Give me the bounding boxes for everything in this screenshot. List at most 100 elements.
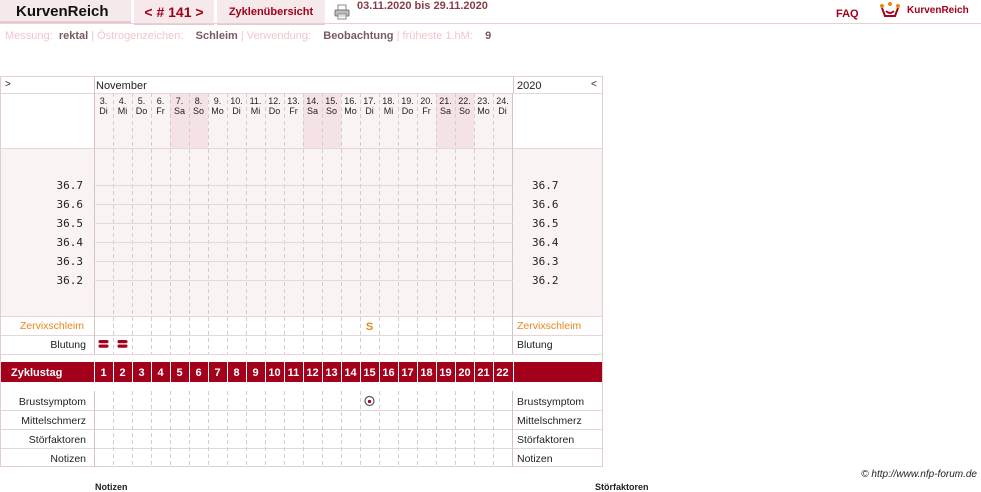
scroll-left-button[interactable]: > [5, 79, 11, 90]
weekday-label: Sa [307, 106, 318, 116]
zervix-entry[interactable]: S [366, 321, 373, 333]
mittel-row-label: Mittelschmerz [21, 415, 86, 427]
cycle-day-number: 19 [439, 367, 451, 379]
right-axis-panel [513, 148, 602, 316]
weekday-label: Mo [211, 106, 224, 116]
breast-symptom-dot [367, 399, 372, 404]
cycle-day-number: 5 [176, 367, 182, 379]
date-label: 12. [268, 96, 281, 106]
cycle-day-number: 1 [100, 367, 106, 379]
temperature-tick-left: 36.6 [57, 198, 84, 211]
date-label: 16. [344, 96, 357, 106]
copyright-credit: © http://www.nfp-forum.de [861, 469, 977, 480]
date-label: 13. [287, 96, 300, 106]
cycle-day-number: 8 [233, 367, 239, 379]
date-label: 5. [138, 96, 146, 106]
weekday-label: Fr [289, 106, 298, 116]
month-label: November [96, 80, 147, 92]
date-label: 22. [458, 96, 471, 106]
cycle-day-number: 20 [458, 367, 470, 379]
date-label: 10. [230, 96, 243, 106]
date-label: 7. [176, 96, 184, 106]
cycle-day-bar [1, 362, 602, 382]
notizen-row-label: Notizen [50, 453, 86, 465]
temperature-tick-right: 36.4 [532, 236, 559, 249]
weekday-label: Di [498, 106, 507, 116]
date-label: 23. [477, 96, 490, 106]
weekday-label: Fr [422, 106, 431, 116]
date-label: 20. [420, 96, 433, 106]
bleeding-bar [98, 344, 109, 348]
stoer-row-label: Störfaktoren [29, 434, 86, 446]
bottom-notizen-label: Notizen [95, 482, 128, 492]
cycle-day-number: 7 [214, 367, 220, 379]
weekday-label: Do [136, 106, 148, 116]
weekday-label: So [326, 106, 337, 116]
weekday-label: Mo [344, 106, 357, 116]
date-label: 9. [214, 96, 222, 106]
left-axis-panel [1, 148, 94, 316]
cycle-day-number: 21 [477, 367, 489, 379]
cycle-day-number: 22 [496, 367, 508, 379]
blutung-row-label: Blutung [50, 339, 86, 351]
cycle-day-number: 15 [363, 367, 375, 379]
zervix-row-label: Zervixschleim [20, 320, 84, 332]
cycle-day-number: 11 [288, 367, 300, 379]
weekday-label: Fr [156, 106, 165, 116]
cycle-day-number: 6 [195, 367, 201, 379]
date-label: 17. [363, 96, 376, 106]
cycle-day-number: 14 [344, 367, 357, 379]
weekday-label: Do [269, 106, 281, 116]
temperature-tick-left: 36.3 [57, 255, 84, 268]
temperature-tick-left: 36.7 [57, 179, 84, 192]
blutung-row-label-right: Blutung [517, 339, 553, 351]
year-label: 2020 [517, 80, 541, 92]
cycle-day-number: 2 [119, 367, 125, 379]
scroll-right-button[interactable]: < [591, 79, 597, 90]
temperature-tick-left: 36.4 [57, 236, 84, 249]
zyklustag-label: Zyklustag [11, 367, 62, 379]
cycle-chart: > November 2020 <3.Di4.Mi5.Do6.Fr7.Sa8.So9.… [0, 76, 603, 467]
temperature-tick-right: 36.2 [532, 274, 559, 287]
cycle-day-number: 12 [306, 367, 318, 379]
weekday-label: Do [402, 106, 414, 116]
date-label: 21. [439, 96, 452, 106]
date-label: 8. [195, 96, 203, 106]
date-label: 4. [119, 96, 127, 106]
brust-row-label-right: Brustsymptom [517, 396, 584, 408]
notizen-row-label-right: Notizen [517, 453, 553, 465]
zervix-row-label-right: Zervixschleim [517, 320, 581, 332]
cycle-day-number: 10 [268, 367, 280, 379]
date-label: 18. [382, 96, 395, 106]
mittel-row-label-right: Mittelschmerz [517, 415, 582, 427]
weekday-label: Mi [384, 106, 394, 116]
weekday-label: Mo [477, 106, 490, 116]
weekday-label: Mi [118, 106, 128, 116]
cycle-day-number: 16 [382, 367, 394, 379]
bleeding-bar [117, 344, 128, 348]
cycle-day-number: 9 [252, 367, 258, 379]
temperature-tick-right: 36.7 [532, 179, 559, 192]
weekday-label: Di [365, 106, 374, 116]
temperature-tick-right: 36.5 [532, 217, 559, 230]
weekday-label: Di [232, 106, 241, 116]
cycle-day-number: 3 [138, 367, 144, 379]
weekday-label: So [193, 106, 204, 116]
date-label: 19. [401, 96, 414, 106]
date-label: 6. [157, 96, 165, 106]
weekday-label: Di [99, 106, 108, 116]
cycle-day-number: 17 [401, 367, 413, 379]
temperature-tick-left: 36.5 [57, 217, 84, 230]
bleeding-bar [117, 340, 128, 344]
brust-row-label: Brustsymptom [19, 396, 86, 408]
temperature-tick-right: 36.3 [532, 255, 559, 268]
cycle-day-number: 13 [325, 367, 337, 379]
temperature-tick-right: 36.6 [532, 198, 559, 211]
cycle-day-number: 18 [420, 367, 432, 379]
date-label: 11. [250, 96, 262, 106]
cycle-day-number: 4 [157, 367, 164, 379]
weekday-label: So [459, 106, 470, 116]
date-label: 14. [306, 96, 319, 106]
weekday-label: Sa [174, 106, 185, 116]
bottom-stoerfaktoren-label: Störfaktoren [595, 482, 649, 492]
